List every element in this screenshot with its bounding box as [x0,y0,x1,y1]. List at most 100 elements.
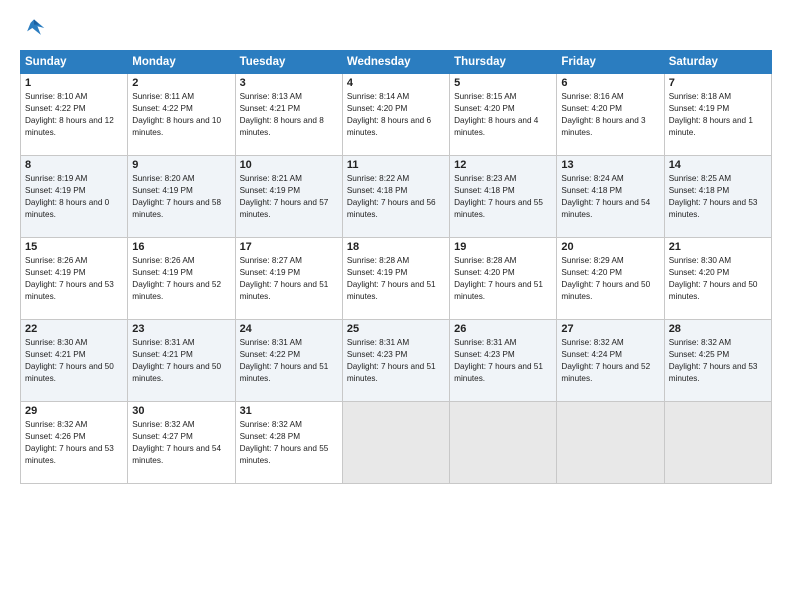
day-number: 20 [561,241,659,253]
day-number: 8 [25,159,123,171]
calendar-cell: 17 Sunrise: 8:27 AMSunset: 4:19 PMDaylig… [235,238,342,320]
cell-info: Sunrise: 8:24 AMSunset: 4:18 PMDaylight:… [561,174,650,219]
calendar-cell: 24 Sunrise: 8:31 AMSunset: 4:22 PMDaylig… [235,320,342,402]
calendar-cell: 21 Sunrise: 8:30 AMSunset: 4:20 PMDaylig… [664,238,771,320]
calendar-cell: 3 Sunrise: 8:13 AMSunset: 4:21 PMDayligh… [235,74,342,156]
calendar-cell: 4 Sunrise: 8:14 AMSunset: 4:20 PMDayligh… [342,74,449,156]
calendar-cell: 10 Sunrise: 8:21 AMSunset: 4:19 PMDaylig… [235,156,342,238]
cell-info: Sunrise: 8:25 AMSunset: 4:18 PMDaylight:… [669,174,758,219]
calendar-cell: 14 Sunrise: 8:25 AMSunset: 4:18 PMDaylig… [664,156,771,238]
calendar-week-2: 8 Sunrise: 8:19 AMSunset: 4:19 PMDayligh… [21,156,772,238]
header-friday: Friday [557,51,664,74]
logo-icon [20,16,48,40]
calendar-cell [342,402,449,484]
day-number: 2 [132,77,230,89]
calendar-table: SundayMondayTuesdayWednesdayThursdayFrid… [20,50,772,484]
calendar-cell: 8 Sunrise: 8:19 AMSunset: 4:19 PMDayligh… [21,156,128,238]
calendar-cell [450,402,557,484]
day-number: 30 [132,405,230,417]
header-thursday: Thursday [450,51,557,74]
cell-info: Sunrise: 8:19 AMSunset: 4:19 PMDaylight:… [25,174,109,219]
day-number: 4 [347,77,445,89]
calendar-cell: 6 Sunrise: 8:16 AMSunset: 4:20 PMDayligh… [557,74,664,156]
day-number: 5 [454,77,552,89]
day-number: 26 [454,323,552,335]
day-number: 17 [240,241,338,253]
calendar-cell: 16 Sunrise: 8:26 AMSunset: 4:19 PMDaylig… [128,238,235,320]
cell-info: Sunrise: 8:16 AMSunset: 4:20 PMDaylight:… [561,92,645,137]
cell-info: Sunrise: 8:23 AMSunset: 4:18 PMDaylight:… [454,174,543,219]
day-number: 3 [240,77,338,89]
calendar-cell: 15 Sunrise: 8:26 AMSunset: 4:19 PMDaylig… [21,238,128,320]
calendar-cell [664,402,771,484]
cell-info: Sunrise: 8:32 AMSunset: 4:25 PMDaylight:… [669,338,758,383]
day-number: 27 [561,323,659,335]
calendar-cell: 7 Sunrise: 8:18 AMSunset: 4:19 PMDayligh… [664,74,771,156]
day-number: 13 [561,159,659,171]
day-number: 11 [347,159,445,171]
calendar-cell: 18 Sunrise: 8:28 AMSunset: 4:19 PMDaylig… [342,238,449,320]
day-number: 22 [25,323,123,335]
cell-info: Sunrise: 8:26 AMSunset: 4:19 PMDaylight:… [132,256,221,301]
header-monday: Monday [128,51,235,74]
calendar-cell: 20 Sunrise: 8:29 AMSunset: 4:20 PMDaylig… [557,238,664,320]
day-number: 31 [240,405,338,417]
calendar-week-5: 29 Sunrise: 8:32 AMSunset: 4:26 PMDaylig… [21,402,772,484]
calendar-cell: 23 Sunrise: 8:31 AMSunset: 4:21 PMDaylig… [128,320,235,402]
calendar-cell: 30 Sunrise: 8:32 AMSunset: 4:27 PMDaylig… [128,402,235,484]
cell-info: Sunrise: 8:22 AMSunset: 4:18 PMDaylight:… [347,174,436,219]
calendar-cell: 31 Sunrise: 8:32 AMSunset: 4:28 PMDaylig… [235,402,342,484]
header [20,16,772,40]
header-wednesday: Wednesday [342,51,449,74]
calendar-cell: 1 Sunrise: 8:10 AMSunset: 4:22 PMDayligh… [21,74,128,156]
day-number: 14 [669,159,767,171]
cell-info: Sunrise: 8:15 AMSunset: 4:20 PMDaylight:… [454,92,538,137]
calendar-week-1: 1 Sunrise: 8:10 AMSunset: 4:22 PMDayligh… [21,74,772,156]
calendar-cell: 19 Sunrise: 8:28 AMSunset: 4:20 PMDaylig… [450,238,557,320]
calendar-cell: 27 Sunrise: 8:32 AMSunset: 4:24 PMDaylig… [557,320,664,402]
day-number: 28 [669,323,767,335]
cell-info: Sunrise: 8:31 AMSunset: 4:22 PMDaylight:… [240,338,329,383]
day-number: 6 [561,77,659,89]
day-number: 7 [669,77,767,89]
calendar-cell: 11 Sunrise: 8:22 AMSunset: 4:18 PMDaylig… [342,156,449,238]
cell-info: Sunrise: 8:21 AMSunset: 4:19 PMDaylight:… [240,174,329,219]
cell-info: Sunrise: 8:11 AMSunset: 4:22 PMDaylight:… [132,92,221,137]
calendar-cell: 13 Sunrise: 8:24 AMSunset: 4:18 PMDaylig… [557,156,664,238]
cell-info: Sunrise: 8:32 AMSunset: 4:24 PMDaylight:… [561,338,650,383]
calendar-week-3: 15 Sunrise: 8:26 AMSunset: 4:19 PMDaylig… [21,238,772,320]
day-number: 16 [132,241,230,253]
day-number: 19 [454,241,552,253]
cell-info: Sunrise: 8:31 AMSunset: 4:23 PMDaylight:… [347,338,436,383]
cell-info: Sunrise: 8:29 AMSunset: 4:20 PMDaylight:… [561,256,650,301]
calendar-cell [557,402,664,484]
day-number: 23 [132,323,230,335]
calendar-cell: 5 Sunrise: 8:15 AMSunset: 4:20 PMDayligh… [450,74,557,156]
calendar-week-4: 22 Sunrise: 8:30 AMSunset: 4:21 PMDaylig… [21,320,772,402]
day-number: 9 [132,159,230,171]
cell-info: Sunrise: 8:31 AMSunset: 4:21 PMDaylight:… [132,338,221,383]
cell-info: Sunrise: 8:27 AMSunset: 4:19 PMDaylight:… [240,256,329,301]
cell-info: Sunrise: 8:13 AMSunset: 4:21 PMDaylight:… [240,92,324,137]
day-number: 29 [25,405,123,417]
logo [20,16,52,40]
cell-info: Sunrise: 8:26 AMSunset: 4:19 PMDaylight:… [25,256,114,301]
day-number: 21 [669,241,767,253]
day-number: 18 [347,241,445,253]
header-sunday: Sunday [21,51,128,74]
calendar-cell: 22 Sunrise: 8:30 AMSunset: 4:21 PMDaylig… [21,320,128,402]
day-number: 12 [454,159,552,171]
header-saturday: Saturday [664,51,771,74]
calendar-cell: 12 Sunrise: 8:23 AMSunset: 4:18 PMDaylig… [450,156,557,238]
cell-info: Sunrise: 8:30 AMSunset: 4:21 PMDaylight:… [25,338,114,383]
calendar-container: SundayMondayTuesdayWednesdayThursdayFrid… [0,0,792,612]
cell-info: Sunrise: 8:28 AMSunset: 4:20 PMDaylight:… [454,256,543,301]
calendar-cell: 28 Sunrise: 8:32 AMSunset: 4:25 PMDaylig… [664,320,771,402]
cell-info: Sunrise: 8:32 AMSunset: 4:27 PMDaylight:… [132,420,221,465]
calendar-cell: 25 Sunrise: 8:31 AMSunset: 4:23 PMDaylig… [342,320,449,402]
day-number: 1 [25,77,123,89]
cell-info: Sunrise: 8:28 AMSunset: 4:19 PMDaylight:… [347,256,436,301]
cell-info: Sunrise: 8:20 AMSunset: 4:19 PMDaylight:… [132,174,221,219]
day-number: 24 [240,323,338,335]
calendar-cell: 9 Sunrise: 8:20 AMSunset: 4:19 PMDayligh… [128,156,235,238]
